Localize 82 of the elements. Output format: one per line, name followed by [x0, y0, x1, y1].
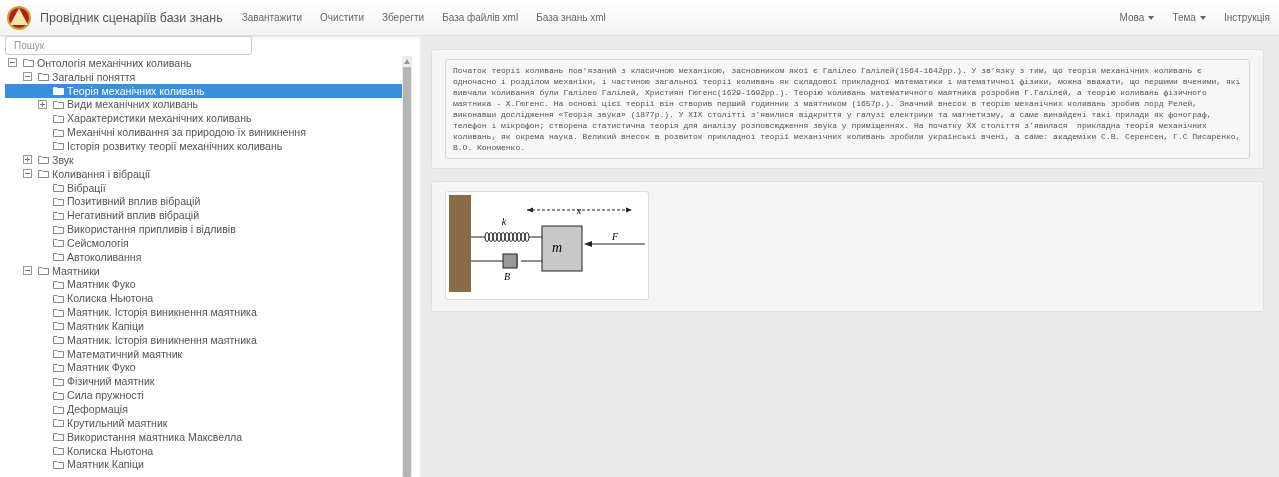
tree-item[interactable]: Маятник. Історія виникнення маятника	[5, 305, 402, 320]
folder-icon	[53, 238, 64, 248]
folder-icon	[53, 127, 64, 137]
folder-icon	[53, 252, 64, 262]
tree-item[interactable]: Маятник Фуко	[5, 277, 402, 292]
tree-item[interactable]: Маятник Капіци	[5, 319, 402, 333]
folder-icon	[53, 446, 64, 456]
folder-icon	[53, 390, 64, 400]
folder-icon	[53, 279, 64, 289]
folder-icon	[53, 376, 64, 386]
tree-item[interactable]: Сила пружності	[5, 388, 402, 403]
tree-item[interactable]: Загальні поняття	[5, 69, 402, 84]
collapse-icon[interactable]	[23, 266, 32, 276]
tree-item[interactable]: Маятник. Історія виникнення маятника	[5, 332, 402, 347]
nav-link[interactable]: База знань xml	[527, 12, 615, 23]
collapse-icon[interactable]	[8, 58, 17, 68]
tree-item[interactable]: Маятник Капіци	[5, 457, 402, 472]
caret-icon	[1148, 15, 1155, 20]
folder-icon	[53, 183, 64, 192]
expand-icon[interactable]	[23, 155, 32, 165]
folder-icon	[53, 459, 64, 469]
tree-item[interactable]: Використання маятника Максвелла	[5, 429, 402, 444]
folder-icon	[53, 141, 64, 151]
folder-icon	[53, 224, 64, 234]
spring-mass-damper-drawing: k x m B F	[447, 193, 647, 294]
folder-icon	[38, 169, 49, 179]
tree-item[interactable]: Використання припливів і відливів	[5, 222, 402, 236]
tree-item[interactable]: Позитивний вплив вібрацій	[5, 194, 402, 209]
collapse-icon[interactable]	[23, 72, 32, 82]
nav-link[interactable]: База файлів xml	[433, 12, 528, 23]
tree-item[interactable]: Математичний маятник	[5, 346, 402, 361]
tree-item[interactable]: Деформація	[5, 402, 402, 416]
folder-icon	[38, 266, 49, 276]
tree-item[interactable]: Вібрації	[5, 180, 402, 195]
tree-item[interactable]: Колиска Ньютона	[5, 291, 402, 306]
nav-link[interactable]: Очистити	[311, 12, 373, 23]
folder-icon	[53, 86, 64, 96]
tree-item[interactable]: Колиска Ньютона	[5, 443, 402, 458]
folder-icon	[53, 404, 64, 414]
article-text: Початок теорії коливань пов'язаний з класичною механікою, засновником якої є Галілео Галілей(1564-1642рр.). У зв’язку з тим, що теорія механічних коливань є одночасно і розділом механіки, і частиною загальної теорії коливань як складової прикладної математики і математичної фізики, можна вважати, що першими вченими, які вивчали коливання були Галілео Галілей, Християн Гюгенс(1629-1692рр.). Теорію коливань математичного маятника розробив Г.Галілей, а теорію коливань фізичного маятника - Х.Гюгенс. На основі цієї теорії він створив перший годинник з маятником (1657р.). Значний внесок в теорію механічних коливань зробив лорд Релей, виконавши дослідження «Теорія звука» (1877р.). У XIX столітті з’явилися відкриття у галузі електрики та магнетизму, а саме винайдені такі прилади як фонограф, телефон і мікрофон; створена статистична теорія для аналізу розповсюдження звука у приміщеннях. На початку XX століття з’явилася прикладна теорія механічних коливань, як окрема наука. Великий внесок в розвиток прикладної теорії механічних коливань зробили українські вчені, а саме: академіки С.В. Серенсен, Г.С Писаренко, В.О. Кономенко.	[445, 59, 1250, 159]
scrollbar[interactable]	[402, 56, 412, 477]
folder-icon	[53, 335, 64, 345]
nav-link[interactable]: Зберегти	[372, 12, 434, 23]
expand-icon[interactable]	[38, 99, 47, 109]
folder-icon	[23, 58, 34, 68]
folder-icon	[53, 432, 64, 442]
collapse-icon[interactable]	[23, 169, 32, 179]
folder-icon	[53, 293, 64, 303]
tree-item[interactable]: Коливання і вібрації	[5, 166, 402, 181]
tree-item[interactable]: Маятник Фуко	[5, 360, 402, 375]
tree-item[interactable]: Фізичний маятник	[5, 374, 402, 389]
app-title: Провідник сценаріїв бази знань	[40, 10, 223, 25]
folder-icon	[53, 307, 64, 317]
search-field[interactable]: Пошук	[5, 36, 252, 55]
caret-icon	[1199, 15, 1206, 20]
tree-item[interactable]: Онтологія механічних коливань	[5, 56, 402, 70]
tree-item[interactable]: Маятники	[5, 263, 402, 278]
tree-item[interactable]: Механічні коливання за природою їх виникнення	[5, 125, 402, 140]
folder-icon	[53, 349, 64, 359]
scroll-up-icon[interactable]	[404, 59, 410, 64]
folder-icon	[38, 72, 49, 82]
folder-icon	[53, 210, 64, 220]
tree-item[interactable]: Історія розвитку теорії механічних коливань	[5, 139, 402, 153]
nav-link[interactable]: Інструкція	[1214, 12, 1279, 23]
folder-icon	[53, 196, 64, 206]
tree-item[interactable]: Види механічних коливань	[5, 97, 402, 112]
tree-item[interactable]: Автоколивання	[5, 249, 402, 264]
folder-icon	[53, 321, 64, 331]
nav-link[interactable]: Завантажити	[232, 12, 312, 23]
nav-dropdown[interactable]: Тема	[1163, 12, 1215, 23]
tree-item[interactable]: Характеристики механічних коливань	[5, 111, 402, 126]
tree-item[interactable]: Звук	[5, 152, 402, 167]
nav-dropdown[interactable]: Мова	[1110, 12, 1164, 23]
tree-item[interactable]: Негативний вплив вібрацій	[5, 208, 402, 223]
folder-icon	[53, 363, 64, 372]
logo-icon	[6, 4, 32, 31]
folder-icon	[53, 113, 64, 123]
tree-item[interactable]: Крутильний маятник	[5, 415, 402, 430]
folder-icon	[53, 418, 64, 428]
tree-item[interactable]: Сейсмологія	[5, 235, 402, 250]
folder-icon	[38, 155, 49, 165]
folder-icon	[53, 99, 64, 109]
